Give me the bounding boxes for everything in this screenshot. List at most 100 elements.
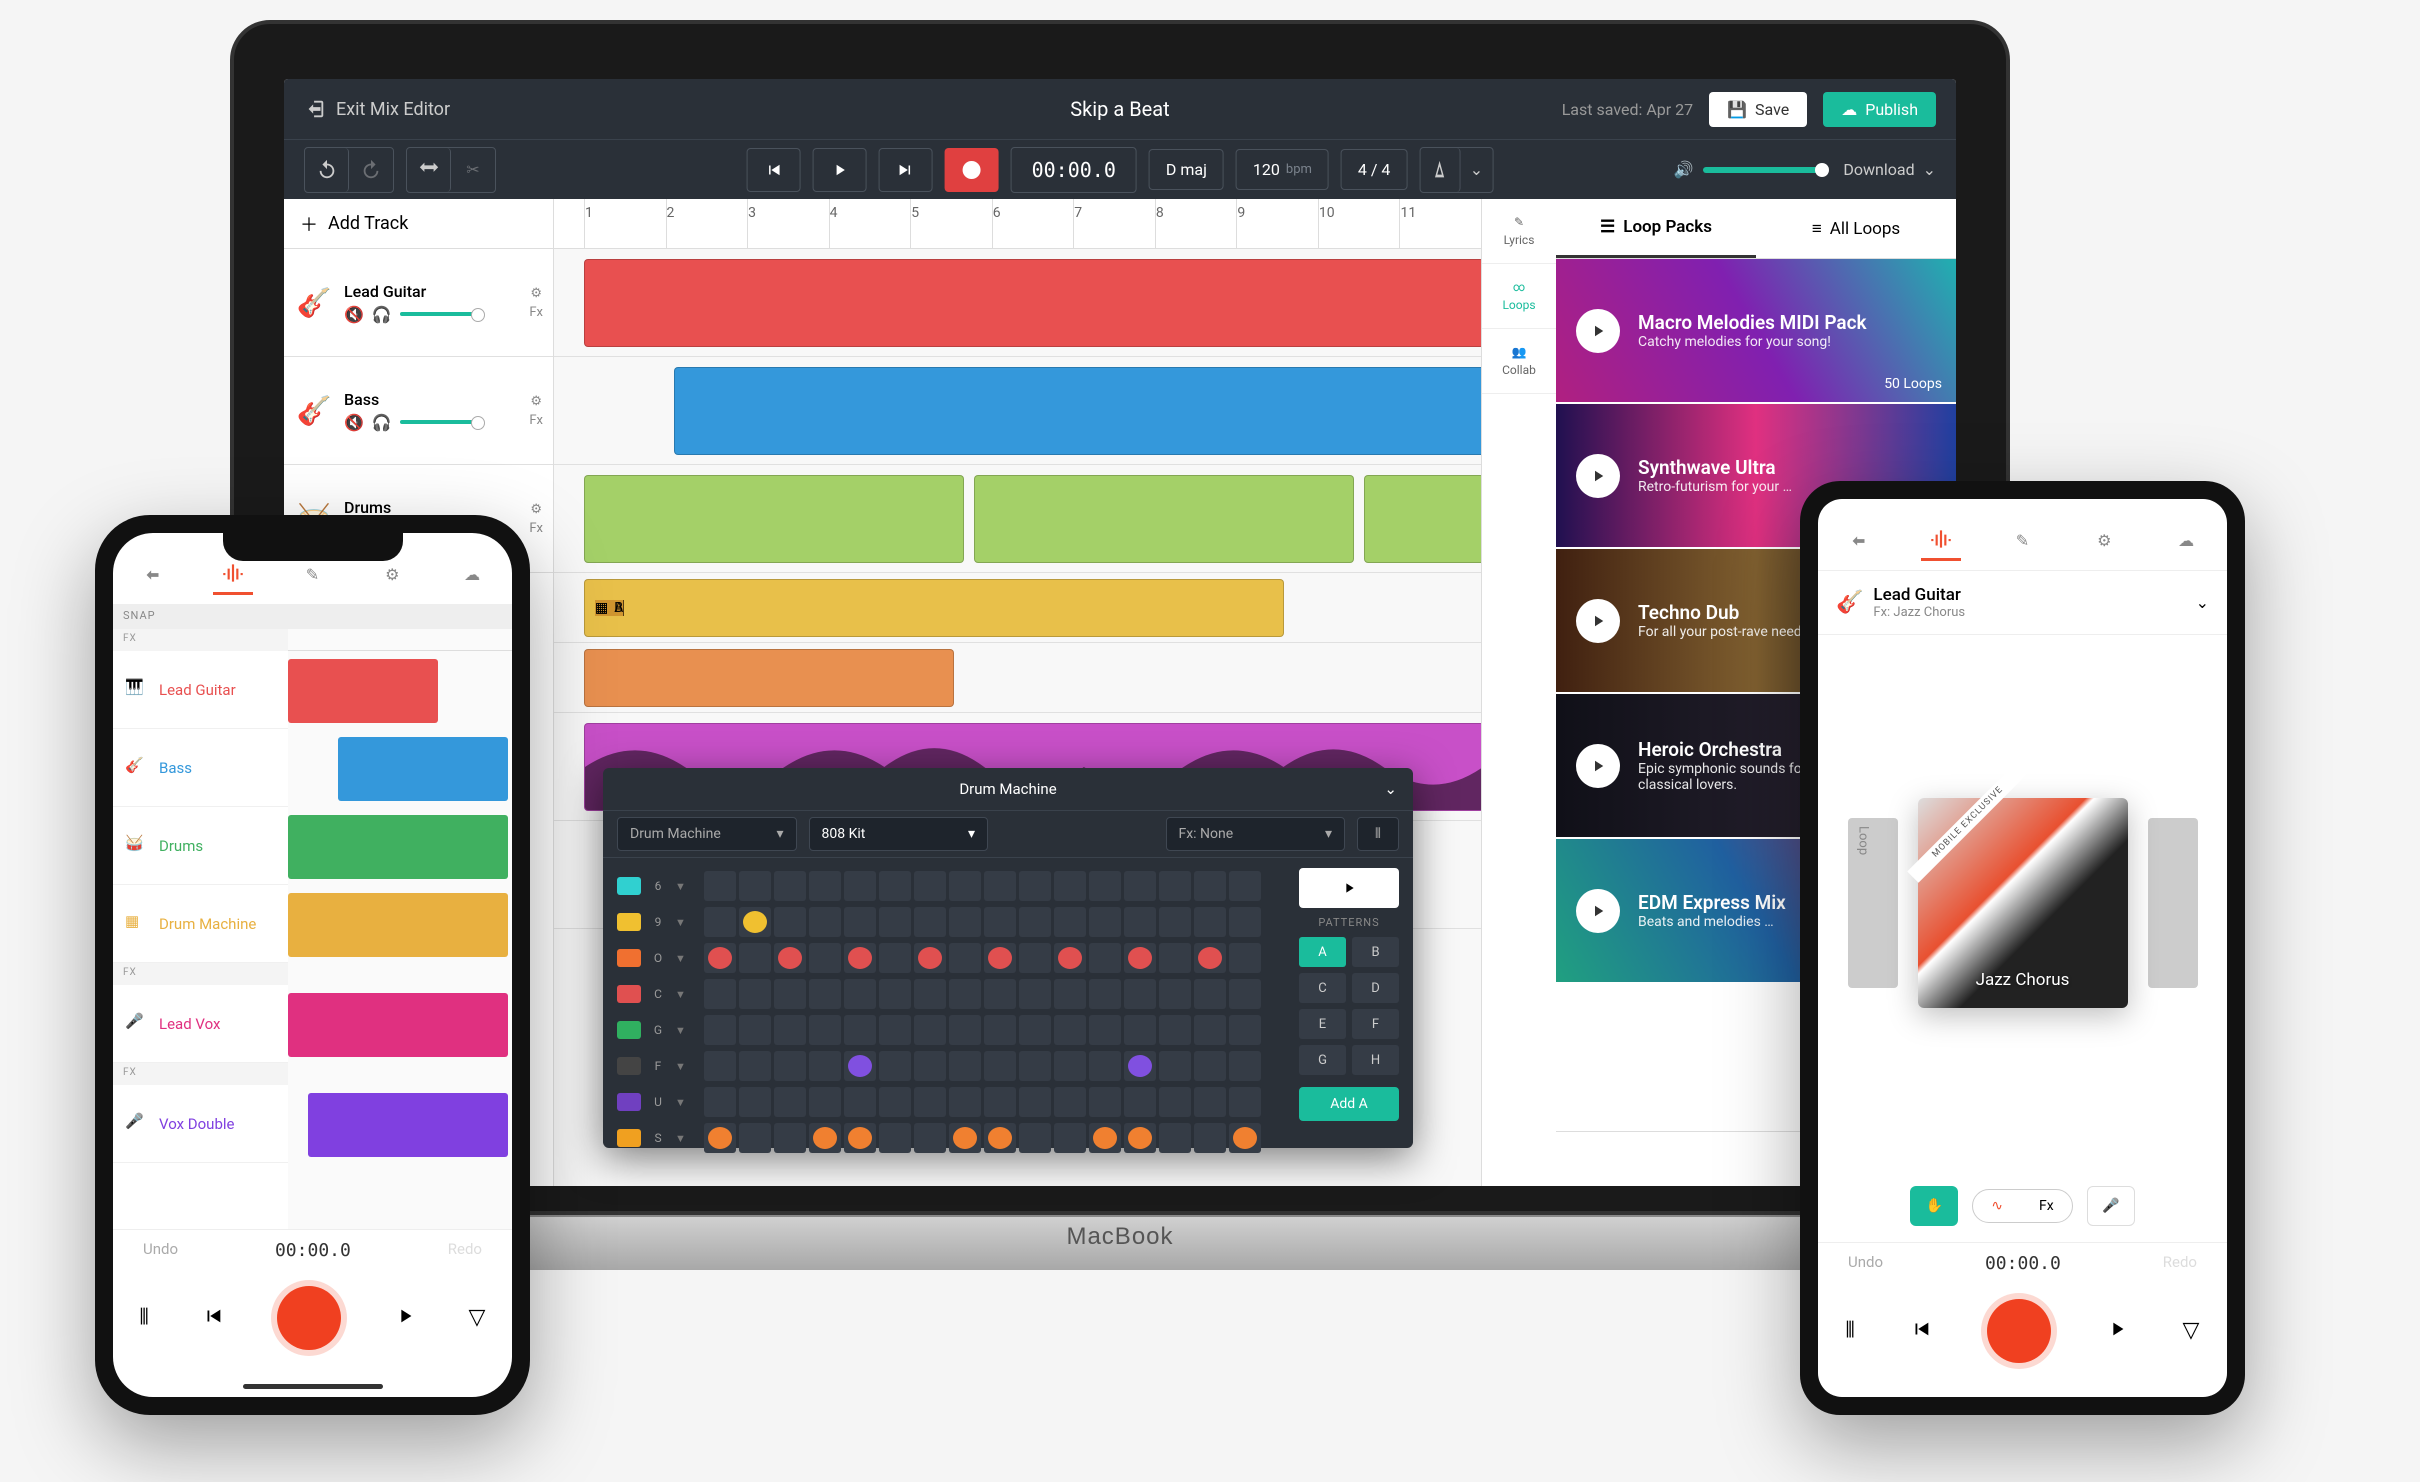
pattern-play-button[interactable] — [1299, 868, 1399, 908]
drum-cell[interactable] — [1159, 1123, 1191, 1153]
drum-cell[interactable] — [1229, 1015, 1261, 1045]
track-header[interactable]: 🎸 Lead Guitar 🔇🎧 ⚙Fx — [284, 249, 553, 357]
ruler[interactable]: 1 2 3 4 5 6 7 8 9 10 11 — [554, 199, 1481, 249]
filter-icon[interactable]: ▼ — [675, 916, 686, 929]
pattern-slot[interactable]: E — [1299, 1009, 1346, 1039]
redo-button[interactable] — [349, 148, 393, 192]
filter-icon[interactable]: ▼ — [675, 988, 686, 1001]
pattern-slot[interactable]: B — [1352, 937, 1399, 967]
drum-cell[interactable] — [1019, 1015, 1051, 1045]
track-volume[interactable] — [400, 312, 480, 316]
drum-cell[interactable] — [774, 1123, 806, 1153]
drum-cell[interactable] — [809, 871, 841, 901]
drum-cell[interactable] — [1054, 1087, 1086, 1117]
drum-cell[interactable] — [1194, 943, 1226, 973]
fx-toggle-label[interactable]: Fx — [2021, 1190, 2072, 1222]
wave-toggle[interactable]: ∿ — [1973, 1190, 2021, 1222]
headphones-icon[interactable]: 🎧 — [372, 305, 392, 324]
track-header[interactable]: 🎸 Bass 🔇🎧 ⚙Fx — [284, 357, 553, 465]
loop-button[interactable] — [407, 148, 451, 192]
drum-cell[interactable] — [809, 1087, 841, 1117]
settings-tab[interactable]: ⚙ — [2084, 521, 2124, 561]
drum-cell[interactable] — [704, 871, 736, 901]
drum-cell[interactable] — [1019, 979, 1051, 1009]
drum-cell[interactable] — [1124, 943, 1156, 973]
pack-play-button[interactable] — [1576, 599, 1620, 643]
redo-button[interactable]: Redo — [2163, 1253, 2197, 1274]
drum-cell[interactable] — [1019, 943, 1051, 973]
lyrics-tab[interactable]: ✎Lyrics — [1482, 199, 1556, 264]
drum-cell[interactable] — [704, 1087, 736, 1117]
clip[interactable] — [584, 475, 964, 563]
add-track-button[interactable]: ＋ Add Track — [284, 199, 553, 249]
metronome-icon[interactable]: ▽ — [469, 1305, 486, 1330]
clip[interactable] — [1364, 475, 1481, 563]
loop-packs-tab[interactable]: ☰Loop Packs — [1556, 199, 1756, 258]
drum-cell[interactable] — [1229, 1051, 1261, 1081]
fx-carousel[interactable]: Loop MOBILE EXCLUSIVE Jazz Chorus — [1818, 635, 2227, 1170]
drum-cell[interactable] — [879, 1123, 911, 1153]
drum-cell[interactable] — [1124, 1015, 1156, 1045]
volume-slider[interactable] — [1703, 167, 1823, 173]
mobile-track[interactable]: 🎤Lead Vox — [113, 985, 288, 1063]
cut-button[interactable]: ✂ — [451, 148, 495, 192]
drum-cell[interactable] — [1019, 907, 1051, 937]
preset-select[interactable]: Drum Machine▾ — [617, 817, 797, 851]
drum-cell[interactable] — [844, 979, 876, 1009]
drum-cell[interactable] — [984, 979, 1016, 1009]
drum-cell[interactable] — [1194, 1087, 1226, 1117]
drum-cell[interactable] — [774, 871, 806, 901]
drum-cell[interactable] — [879, 1051, 911, 1081]
drum-cell[interactable] — [1054, 907, 1086, 937]
song-title[interactable]: Skip a Beat — [1070, 97, 1169, 121]
record-button[interactable] — [1987, 1299, 2051, 1363]
drum-cell[interactable] — [809, 1123, 841, 1153]
drum-cell[interactable] — [1089, 979, 1121, 1009]
drum-cell[interactable] — [1089, 943, 1121, 973]
fx-button[interactable]: Fx — [529, 413, 543, 428]
master-volume[interactable]: 🔊 — [1673, 160, 1823, 179]
exit-icon[interactable] — [133, 555, 173, 595]
drum-cell[interactable] — [1194, 1123, 1226, 1153]
drum-cell[interactable] — [879, 907, 911, 937]
metronome-icon[interactable]: ▽ — [2183, 1318, 2200, 1343]
drum-cell[interactable] — [1019, 1051, 1051, 1081]
pack-play-button[interactable] — [1576, 744, 1620, 788]
drum-cell[interactable] — [1124, 871, 1156, 901]
next-card[interactable] — [2148, 818, 2198, 988]
drum-cell[interactable] — [1124, 1087, 1156, 1117]
clip[interactable] — [288, 659, 438, 723]
drum-cell[interactable] — [949, 1015, 981, 1045]
pack-play-button[interactable] — [1576, 454, 1620, 498]
exit-icon[interactable] — [1839, 521, 1879, 561]
mobile-track[interactable]: 🎸Bass — [113, 729, 288, 807]
cloud-tab[interactable]: ☁ — [452, 555, 492, 595]
skip-back-button[interactable] — [747, 148, 801, 192]
edit-tab[interactable]: ✎ — [2002, 521, 2042, 561]
waveform-tab[interactable] — [1921, 521, 1961, 561]
fx-select[interactable]: Fx: None▾ — [1166, 817, 1346, 851]
drum-cell[interactable] — [774, 979, 806, 1009]
drum-cell[interactable] — [1229, 871, 1261, 901]
fx-button[interactable]: Fx — [529, 521, 543, 536]
drum-cell[interactable] — [1019, 871, 1051, 901]
drum-cell[interactable] — [1089, 1123, 1121, 1153]
drum-cell[interactable] — [914, 1015, 946, 1045]
drum-cell[interactable] — [914, 1123, 946, 1153]
drum-machine-panel[interactable]: Drum Machine⌄ Drum Machine▾ 808 Kit▾ Fx:… — [603, 768, 1413, 1148]
filter-icon[interactable]: ▼ — [675, 1024, 686, 1037]
mobile-track[interactable]: 🥁Drums — [113, 807, 288, 885]
drum-cell[interactable] — [984, 907, 1016, 937]
drum-cell[interactable] — [739, 1087, 771, 1117]
pattern-slot[interactable]: D — [1352, 973, 1399, 1003]
mic-button[interactable]: 🎤 — [2087, 1186, 2135, 1226]
collapse-icon[interactable]: ⌄ — [1384, 780, 1397, 798]
clip[interactable] — [974, 475, 1354, 563]
filter-icon[interactable]: ▼ — [675, 1132, 686, 1145]
pattern-slot[interactable]: G — [1299, 1045, 1346, 1075]
drum-cell[interactable] — [1194, 1051, 1226, 1081]
clip[interactable] — [584, 259, 1481, 347]
drum-cell[interactable] — [704, 979, 736, 1009]
redo-button[interactable]: Redo — [448, 1240, 482, 1261]
pack-play-button[interactable] — [1576, 309, 1620, 353]
